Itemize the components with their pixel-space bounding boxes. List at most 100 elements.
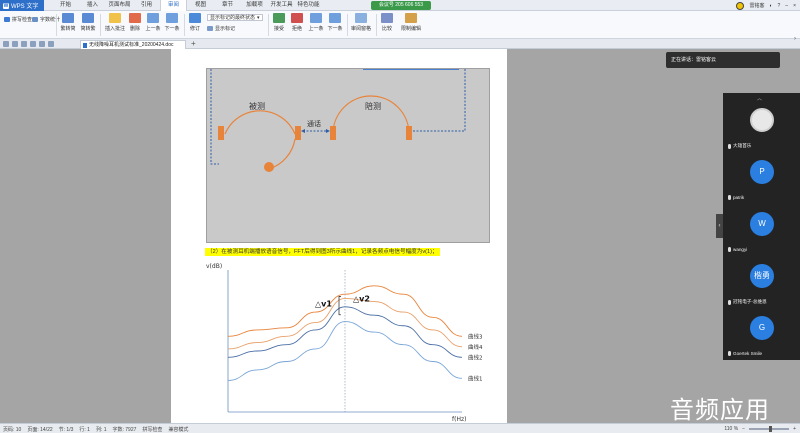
- zoom-knob[interactable]: [769, 426, 773, 432]
- blue-bar: [363, 67, 459, 70]
- skin-icon[interactable]: ◐: [769, 3, 772, 9]
- app-menu-button[interactable]: W WPS 文字: [0, 0, 44, 11]
- show-markup-button[interactable]: 显示标记: [207, 25, 235, 32]
- microphone-dot: [264, 162, 274, 172]
- chevron-right-icon[interactable]: ›: [794, 36, 800, 46]
- menu-tab[interactable]: 章节: [214, 0, 241, 11]
- participant-item[interactable]: Ppatrik: [723, 153, 800, 207]
- zoom-out-button[interactable]: −: [742, 426, 745, 432]
- menu-tabs: 开始 插入 页面布局 引用 审阅 视图 章节 加载项 开发工具 特色功能: [52, 0, 322, 11]
- status-row: 行: 1: [79, 427, 90, 433]
- participant-name-row: patrik: [728, 195, 744, 200]
- menu-tab[interactable]: 特色功能: [295, 0, 322, 11]
- help-icon[interactable]: ?: [778, 3, 781, 9]
- status-mode: 兼容模式: [168, 427, 189, 433]
- spell-check-icon: [4, 17, 10, 22]
- v2-annotation: △v2: [353, 294, 370, 303]
- microphone-icon[interactable]: [728, 247, 731, 252]
- close-icon[interactable]: ×: [793, 3, 796, 9]
- pane-icon: [355, 13, 367, 23]
- microphone-icon[interactable]: [728, 351, 731, 356]
- username[interactable]: 雷铭客: [749, 2, 764, 9]
- window-controls: 雷铭客 ◐ ? – ×: [736, 0, 796, 11]
- participant-name: 冠铭电子-总维恩: [733, 299, 767, 304]
- status-pages: 页面: 14/22: [27, 427, 53, 433]
- zoom-level[interactable]: 110 %: [724, 426, 738, 432]
- y-axis-label: v(dB): [206, 263, 222, 270]
- print-icon[interactable]: [21, 41, 27, 47]
- next-icon: [329, 13, 341, 23]
- participant-name: wangyi: [733, 247, 748, 252]
- microphone-icon[interactable]: [728, 299, 731, 305]
- participant-item[interactable]: 大雄首乐: [723, 101, 800, 155]
- participant-item[interactable]: 楷勇 冠铭电子-总维恩: [723, 257, 800, 311]
- series-line-2: [227, 297, 463, 350]
- microphone-icon[interactable]: [728, 195, 731, 200]
- signal-path-right: [411, 69, 466, 132]
- menu-tab[interactable]: 页面布局: [106, 0, 133, 11]
- microphone-icon[interactable]: [728, 143, 731, 149]
- compare-button[interactable]: 比较: [380, 13, 394, 32]
- document-tab[interactable]: 无线降噪耳机测试标准_20200424.doc: [80, 40, 186, 49]
- menu-tab[interactable]: 视图: [187, 0, 214, 11]
- series-label: 曲线4: [468, 343, 483, 351]
- participant-item[interactable]: Wwangyi: [723, 205, 800, 259]
- participant-item[interactable]: G Goertek Smile: [723, 309, 800, 363]
- lock-icon: [405, 13, 417, 23]
- minimize-icon[interactable]: –: [785, 3, 788, 9]
- series-label: 曲线2: [468, 353, 483, 361]
- left-earcup-1: [218, 126, 224, 140]
- insert-comment-button[interactable]: 插入批注: [104, 13, 126, 32]
- next-comment-button[interactable]: 下一条: [164, 13, 180, 32]
- save-icon[interactable]: [3, 41, 9, 47]
- menu-tab[interactable]: 加载项: [241, 0, 268, 11]
- menu-tab[interactable]: 开发工具: [268, 0, 295, 11]
- markup-display-select[interactable]: 显示标记的最终状态 ▾: [207, 14, 263, 21]
- status-section: 节: 1/3: [58, 427, 74, 433]
- participant-avatar: G: [750, 316, 774, 340]
- prev-change-button[interactable]: 上一条: [308, 13, 324, 32]
- menu-tab[interactable]: 插入: [79, 0, 106, 11]
- status-bar: 页码: 10 页面: 14/22 节: 1/3 行: 1 列: 1 字数: 79…: [0, 423, 800, 433]
- v1-annotation: △v1: [315, 299, 332, 308]
- redo-icon[interactable]: [48, 41, 54, 47]
- to-simplified-button[interactable]: 简转繁: [80, 13, 96, 32]
- call-label: 通话: [307, 119, 321, 128]
- zoom-slider[interactable]: [749, 426, 790, 432]
- preview-icon[interactable]: [30, 41, 36, 47]
- quick-access-toolbar: [3, 41, 54, 47]
- reference-label: 陪测: [365, 101, 381, 111]
- divider: [184, 14, 185, 36]
- reject-button[interactable]: 拒绝: [290, 13, 304, 32]
- signal-path-left: [210, 69, 219, 165]
- menu-tab[interactable]: 开始: [52, 0, 79, 11]
- zoom-in-button[interactable]: +: [793, 426, 796, 432]
- divider: [376, 14, 377, 36]
- prev-comment-button[interactable]: 上一条: [145, 13, 161, 32]
- collapse-panel-handle[interactable]: ‹: [716, 214, 723, 238]
- to-traditional-button[interactable]: 繁转简: [60, 13, 76, 32]
- track-changes-button[interactable]: 修订: [188, 13, 202, 32]
- restrict-edit-button[interactable]: 限制编辑: [400, 13, 422, 32]
- accept-button[interactable]: 接受: [272, 13, 286, 32]
- markup-icon: [207, 26, 213, 31]
- menu-tab[interactable]: 引用: [133, 0, 160, 11]
- open-icon[interactable]: [12, 41, 18, 47]
- test-setup-diagram: 被测 陪测 通话: [210, 67, 466, 172]
- test-setup-figure: 被测 陪测 通话: [206, 67, 490, 243]
- right-earcup-1: [330, 126, 336, 140]
- spell-check-button[interactable]: 拼写检查: [4, 16, 32, 23]
- delete-comment-button[interactable]: 删除: [128, 13, 142, 32]
- comment-icon: [109, 13, 121, 23]
- undo-icon[interactable]: [39, 41, 45, 47]
- meeting-id-badge[interactable]: 会议号 205 606 553: [371, 1, 431, 10]
- user-avatar-icon[interactable]: [736, 1, 745, 10]
- next-change-button[interactable]: 下一条: [327, 13, 343, 32]
- menu-tab[interactable]: 审阅: [160, 0, 187, 11]
- review-pane-button[interactable]: 审阅窗格: [350, 13, 372, 32]
- add-tab-button[interactable]: +: [191, 39, 196, 48]
- next-icon: [166, 13, 178, 23]
- series-label: 曲线3: [468, 332, 483, 340]
- delete-icon: [129, 13, 141, 23]
- status-spell[interactable]: 拼写检查: [142, 426, 162, 433]
